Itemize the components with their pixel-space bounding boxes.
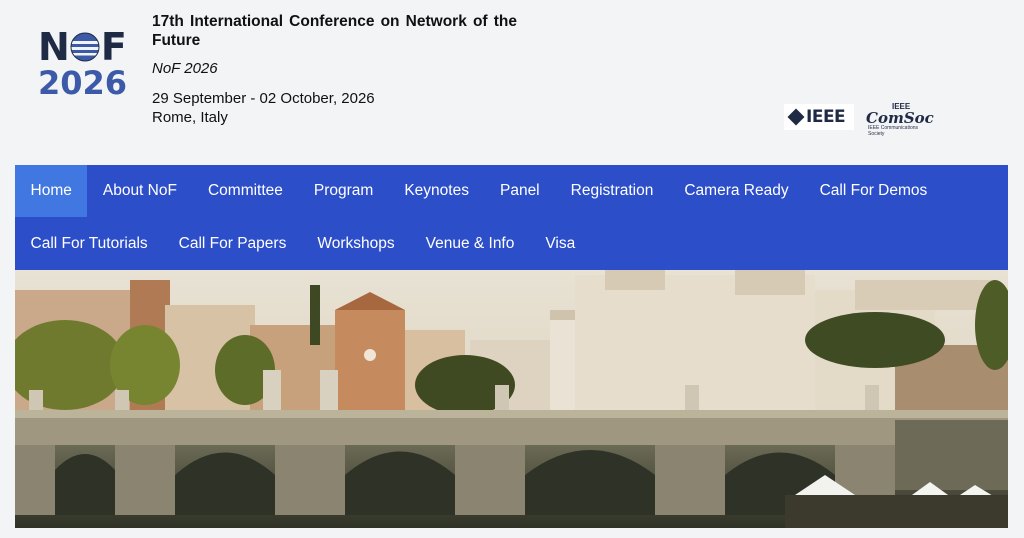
conference-location: Rome, Italy xyxy=(152,109,228,126)
comsoc-logo[interactable]: IEEE ComSoc IEEE Communications Society xyxy=(862,102,934,137)
nav-visa[interactable]: Visa xyxy=(530,218,591,270)
logo-letter-f: F xyxy=(100,25,127,69)
nav-registration[interactable]: Registration xyxy=(555,165,669,217)
nav-row-2: Call For Tutorials Call For Papers Works… xyxy=(15,218,591,270)
nav-camera-ready[interactable]: Camera Ready xyxy=(669,165,804,217)
ieee-logo[interactable]: IEEE xyxy=(784,104,854,130)
nav-venue-info[interactable]: Venue & Info xyxy=(410,218,530,270)
nav-home[interactable]: Home xyxy=(15,165,88,217)
conference-dates: 29 September - 02 October, 2026 xyxy=(152,90,375,107)
logo-year: 2026 xyxy=(38,64,128,102)
conference-title: 17th International Conference on Network… xyxy=(152,13,517,49)
ieee-logo-text: IEEE xyxy=(806,107,846,127)
nav-keynotes[interactable]: Keynotes xyxy=(389,165,485,217)
rome-skyline-illustration xyxy=(15,270,1008,528)
nof-logo[interactable]: N F 2026 xyxy=(38,28,140,100)
ieee-diamond-icon xyxy=(787,108,805,126)
nav-workshops[interactable]: Workshops xyxy=(302,218,410,270)
rome-banner-image xyxy=(15,270,1008,528)
nav-call-for-tutorials[interactable]: Call For Tutorials xyxy=(15,218,163,270)
nav-committee[interactable]: Committee xyxy=(192,165,298,217)
nav-panel[interactable]: Panel xyxy=(484,165,555,217)
nav-about[interactable]: About NoF xyxy=(87,165,192,217)
nav-program[interactable]: Program xyxy=(298,165,388,217)
logo-letter-n: N xyxy=(38,25,70,69)
nav-call-for-demos[interactable]: Call For Demos xyxy=(804,165,943,217)
main-nav: Home About NoF Committee Program Keynote… xyxy=(15,165,1008,270)
comsoc-tagline: IEEE Communications Society xyxy=(868,125,919,137)
nav-row-1: Home About NoF Committee Program Keynote… xyxy=(15,165,943,217)
globe-icon xyxy=(69,32,100,62)
conference-short-name: NoF 2026 xyxy=(152,60,218,77)
nav-call-for-papers[interactable]: Call For Papers xyxy=(163,218,302,270)
